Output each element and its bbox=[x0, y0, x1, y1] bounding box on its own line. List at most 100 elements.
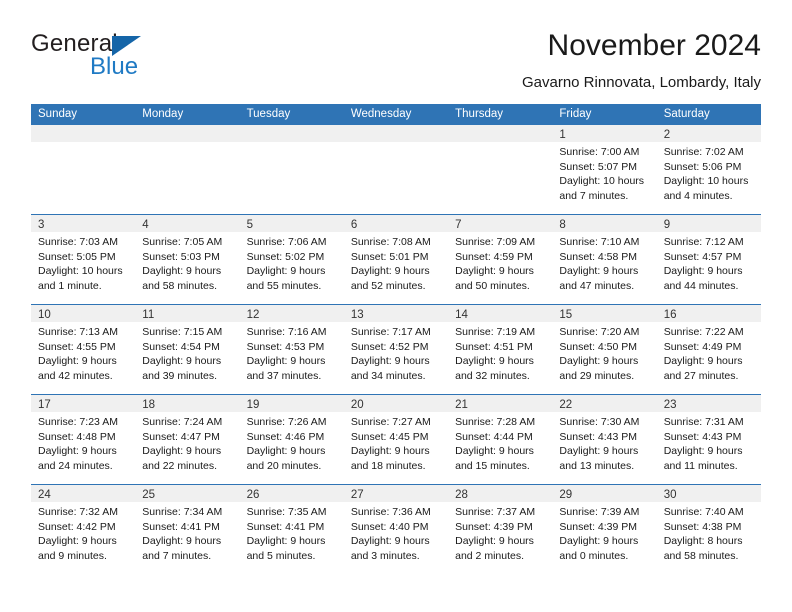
day-number-band: 23 bbox=[656, 395, 761, 412]
day-number: 3 bbox=[38, 219, 45, 231]
calendar-day-cell[interactable]: 29 Sunrise: 7:39 AM Sunset: 4:39 PM Dayligh… bbox=[552, 485, 657, 574]
calendar-day-cell[interactable]: 11 Sunrise: 7:15 AM Sunset: 4:54 PM Dayligh… bbox=[135, 305, 240, 394]
calendar-weeks: 1 Sunrise: 7:00 AM Sunset: 5:07 PM Daylight… bbox=[31, 125, 761, 574]
daylight-line-2: and 2 minutes. bbox=[455, 549, 525, 562]
calendar-day-cell[interactable]: 3 Sunrise: 7:03 AM Sunset: 5:05 PM Daylight… bbox=[31, 215, 136, 304]
day-number: 2 bbox=[663, 129, 671, 141]
sunset-line: Sunset: 4:49 PM bbox=[663, 340, 742, 353]
calendar-day-cell[interactable]: 14 Sunrise: 7:19 AM Sunset: 4:51 PM Dayligh… bbox=[448, 305, 553, 394]
day-number-band: 25 bbox=[135, 485, 240, 502]
sunrise-line: Sunrise: 7:37 AM bbox=[455, 506, 536, 518]
calendar-day-cell[interactable]: 25 Sunrise: 7:34 AM Sunset: 4:41 PM Dayligh… bbox=[135, 485, 240, 574]
day-number-band: 6 bbox=[343, 215, 449, 232]
daylight-line-1: Daylight: 9 hours bbox=[559, 355, 639, 368]
sunset-line: Sunset: 4:58 PM bbox=[559, 250, 638, 263]
calendar-week-row: 24 Sunrise: 7:32 AM Sunset: 4:42 PM Dayligh… bbox=[31, 484, 761, 574]
calendar-day-cell[interactable]: 27 Sunrise: 7:36 AM Sunset: 4:40 PM Dayligh… bbox=[343, 485, 449, 574]
calendar-day-cell[interactable]: 23 Sunrise: 7:31 AM Sunset: 4:43 PM Dayligh… bbox=[656, 395, 761, 484]
daylight-line-1: Daylight: 9 hours bbox=[142, 355, 222, 368]
daylight-line-2: and 47 minutes. bbox=[559, 279, 635, 292]
day-detail-body: Sunrise: 7:13 AM Sunset: 4:55 PM Daylight:… bbox=[31, 322, 135, 383]
day-number: 28 bbox=[455, 489, 468, 501]
day-number: 25 bbox=[142, 489, 156, 501]
sunset-line: Sunset: 4:50 PM bbox=[559, 340, 638, 353]
sunrise-line: Sunrise: 7:22 AM bbox=[663, 326, 744, 338]
day-number: 23 bbox=[663, 399, 677, 411]
calendar-day-cell[interactable]: 13 Sunrise: 7:17 AM Sunset: 4:52 PM Dayligh… bbox=[343, 305, 449, 394]
calendar-day-cell[interactable]: 12 Sunrise: 7:16 AM Sunset: 4:53 PM Dayligh… bbox=[239, 305, 344, 394]
day-number: 13 bbox=[350, 309, 364, 321]
calendar-day-cell[interactable]: 8 Sunrise: 7:10 AM Sunset: 4:58 PM Daylight… bbox=[552, 215, 657, 304]
day-number: 27 bbox=[350, 489, 364, 501]
calendar-day-cell[interactable]: 6 Sunrise: 7:08 AM Sunset: 5:01 PM Daylight… bbox=[343, 215, 449, 304]
calendar-day-cell[interactable]: 24 Sunrise: 7:32 AM Sunset: 4:42 PM Dayligh… bbox=[31, 485, 136, 574]
sunset-line: Sunset: 4:39 PM bbox=[455, 520, 533, 533]
calendar-day-cell[interactable]: 30 Sunrise: 7:40 AM Sunset: 4:38 PM Dayligh… bbox=[656, 485, 761, 574]
day-number-band: 1 bbox=[552, 125, 657, 142]
day-number-band: 29 bbox=[552, 485, 657, 502]
daylight-line-1: Daylight: 9 hours bbox=[350, 535, 430, 548]
sunset-line: Sunset: 4:46 PM bbox=[246, 430, 325, 443]
calendar-day-cell[interactable]: 28 Sunrise: 7:37 AM Sunset: 4:39 PM Dayligh… bbox=[448, 485, 553, 574]
sunrise-line: Sunrise: 7:35 AM bbox=[246, 506, 327, 518]
day-number-band: 14 bbox=[448, 305, 553, 322]
daylight-line-2: and 22 minutes. bbox=[142, 459, 217, 472]
day-detail-body: Sunrise: 7:08 AM Sunset: 5:01 PM Daylight:… bbox=[344, 232, 448, 293]
sunset-line: Sunset: 4:59 PM bbox=[455, 250, 533, 263]
daylight-line-2: and 37 minutes. bbox=[246, 369, 322, 382]
calendar-day-cell[interactable]: 16 Sunrise: 7:22 AM Sunset: 4:49 PM Dayligh… bbox=[656, 305, 761, 394]
day-number-band: 13 bbox=[343, 305, 449, 322]
daylight-line-2: and 42 minutes. bbox=[38, 369, 113, 382]
day-number-band: 7 bbox=[448, 215, 553, 232]
calendar-day-cell[interactable]: 2 Sunrise: 7:02 AM Sunset: 5:06 PM Daylight… bbox=[656, 125, 761, 214]
day-number-band: 11 bbox=[135, 305, 240, 322]
daylight-line-1: Daylight: 9 hours bbox=[663, 355, 743, 368]
calendar-day-cell-empty bbox=[448, 125, 553, 214]
calendar-day-cell[interactable]: 10 Sunrise: 7:13 AM Sunset: 4:55 PM Dayligh… bbox=[31, 305, 136, 394]
calendar-week-row: 10 Sunrise: 7:13 AM Sunset: 4:55 PM Dayligh… bbox=[31, 304, 761, 394]
calendar-day-cell[interactable]: 9 Sunrise: 7:12 AM Sunset: 4:57 PM Daylight… bbox=[656, 215, 761, 304]
calendar-day-cell[interactable]: 26 Sunrise: 7:35 AM Sunset: 4:41 PM Dayligh… bbox=[239, 485, 344, 574]
sunset-line: Sunset: 4:41 PM bbox=[142, 520, 220, 533]
sunset-line: Sunset: 4:42 PM bbox=[38, 520, 116, 533]
day-number-band: 21 bbox=[448, 395, 553, 412]
calendar-day-cell[interactable]: 5 Sunrise: 7:06 AM Sunset: 5:02 PM Daylight… bbox=[239, 215, 344, 304]
day-number-band: 9 bbox=[656, 215, 761, 232]
sunrise-line: Sunrise: 7:16 AM bbox=[246, 326, 327, 338]
daylight-line-2: and 9 minutes. bbox=[38, 549, 107, 562]
day-number: 11 bbox=[142, 309, 155, 321]
weekday-header-tuesday: Tuesday bbox=[246, 108, 291, 120]
calendar-day-cell[interactable]: 22 Sunrise: 7:30 AM Sunset: 4:43 PM Dayligh… bbox=[552, 395, 657, 484]
sunset-line: Sunset: 4:55 PM bbox=[38, 340, 116, 353]
calendar-day-cell[interactable]: 15 Sunrise: 7:20 AM Sunset: 4:50 PM Dayligh… bbox=[552, 305, 657, 394]
sunset-line: Sunset: 4:41 PM bbox=[246, 520, 325, 533]
day-detail-body: Sunrise: 7:02 AM Sunset: 5:06 PM Daylight:… bbox=[657, 142, 761, 203]
calendar-day-cell[interactable]: 17 Sunrise: 7:23 AM Sunset: 4:48 PM Dayligh… bbox=[31, 395, 136, 484]
daylight-line-2: and 32 minutes. bbox=[455, 369, 530, 382]
sunset-line: Sunset: 4:43 PM bbox=[663, 430, 742, 443]
daylight-line-1: Daylight: 9 hours bbox=[246, 355, 326, 368]
calendar-day-cell[interactable]: 20 Sunrise: 7:27 AM Sunset: 4:45 PM Dayligh… bbox=[343, 395, 449, 484]
weekday-header-saturday: Saturday bbox=[663, 108, 710, 120]
day-number: 22 bbox=[559, 399, 573, 411]
day-number: 12 bbox=[246, 309, 260, 321]
calendar-day-cell[interactable]: 7 Sunrise: 7:09 AM Sunset: 4:59 PM Daylight… bbox=[448, 215, 553, 304]
day-number: 24 bbox=[38, 489, 51, 501]
day-number-band: 5 bbox=[239, 215, 344, 232]
calendar-day-cell[interactable]: 18 Sunrise: 7:24 AM Sunset: 4:47 PM Dayligh… bbox=[135, 395, 240, 484]
sunset-line: Sunset: 4:47 PM bbox=[142, 430, 220, 443]
calendar-day-cell[interactable]: 1 Sunrise: 7:00 AM Sunset: 5:07 PM Daylight… bbox=[552, 125, 657, 214]
day-number-band: 3 bbox=[31, 215, 136, 232]
calendar-day-cell[interactable]: 21 Sunrise: 7:28 AM Sunset: 4:44 PM Dayligh… bbox=[448, 395, 553, 484]
day-detail-body: Sunrise: 7:06 AM Sunset: 5:02 PM Daylight:… bbox=[240, 232, 344, 293]
day-number: 30 bbox=[663, 489, 677, 501]
daylight-line-1: Daylight: 10 hours bbox=[38, 265, 123, 278]
day-detail-body: Sunrise: 7:15 AM Sunset: 4:54 PM Daylight:… bbox=[135, 322, 239, 383]
calendar-day-cell[interactable]: 4 Sunrise: 7:05 AM Sunset: 5:03 PM Daylight… bbox=[135, 215, 240, 304]
sunset-line: Sunset: 5:01 PM bbox=[350, 250, 429, 263]
daylight-line-2: and 50 minutes. bbox=[455, 279, 530, 292]
sunrise-line: Sunrise: 7:36 AM bbox=[350, 506, 431, 518]
sunrise-line: Sunrise: 7:23 AM bbox=[38, 416, 118, 428]
calendar-day-cell[interactable]: 19 Sunrise: 7:26 AM Sunset: 4:46 PM Dayligh… bbox=[239, 395, 344, 484]
daylight-line-1: Daylight: 9 hours bbox=[350, 445, 430, 458]
